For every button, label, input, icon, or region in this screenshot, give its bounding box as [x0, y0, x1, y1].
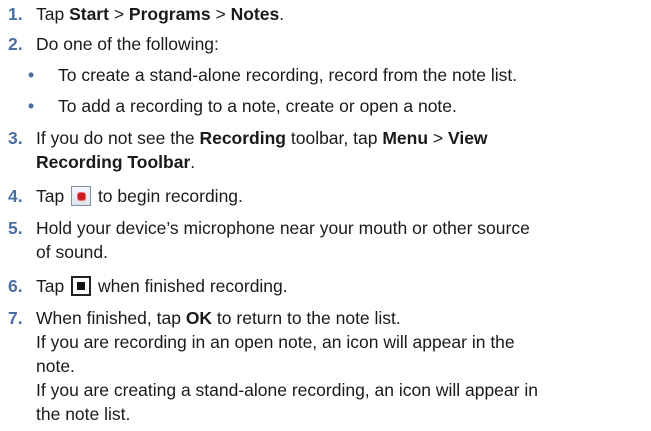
ok-label: OK — [185, 308, 213, 328]
menu-programs: Programs — [128, 4, 211, 24]
step-text: Tap Start > Programs > Notes. — [36, 4, 285, 24]
bullet-icon: • — [28, 96, 35, 116]
step-text: When finished, tap OK to return to the n… — [36, 308, 538, 424]
bullet-icon: • — [28, 65, 35, 85]
bullet-text: To add a recording to a note, create or … — [58, 96, 457, 116]
step-number: 7. — [8, 308, 23, 328]
step-text: Do one of the following: — [36, 34, 219, 54]
step-number: 6. — [8, 276, 23, 296]
step-text: Hold your device’s microphone near your … — [36, 218, 530, 262]
menu-view: View — [447, 128, 488, 148]
menu-menu: Menu — [382, 128, 429, 148]
step-number: 4. — [8, 186, 23, 206]
stop-icon — [71, 276, 92, 296]
step-number: 2. — [8, 34, 23, 54]
menu-start: Start — [69, 4, 109, 24]
menu-notes: Notes — [230, 4, 280, 24]
menu-recording-toolbar: Recording Toolbar — [36, 152, 191, 172]
step-text: Tap to begin recording. — [36, 186, 243, 206]
step-number: 5. — [8, 218, 23, 238]
bullet-text: To create a stand-alone recording, recor… — [58, 65, 518, 85]
toolbar-recording: Recording — [199, 128, 286, 148]
step-number: 3. — [8, 128, 23, 148]
record-icon — [71, 186, 92, 206]
step-text: If you do not see the Recording toolbar,… — [36, 128, 488, 172]
step-text: Tap when finished recording. — [36, 276, 288, 296]
step-number: 1. — [8, 4, 23, 24]
